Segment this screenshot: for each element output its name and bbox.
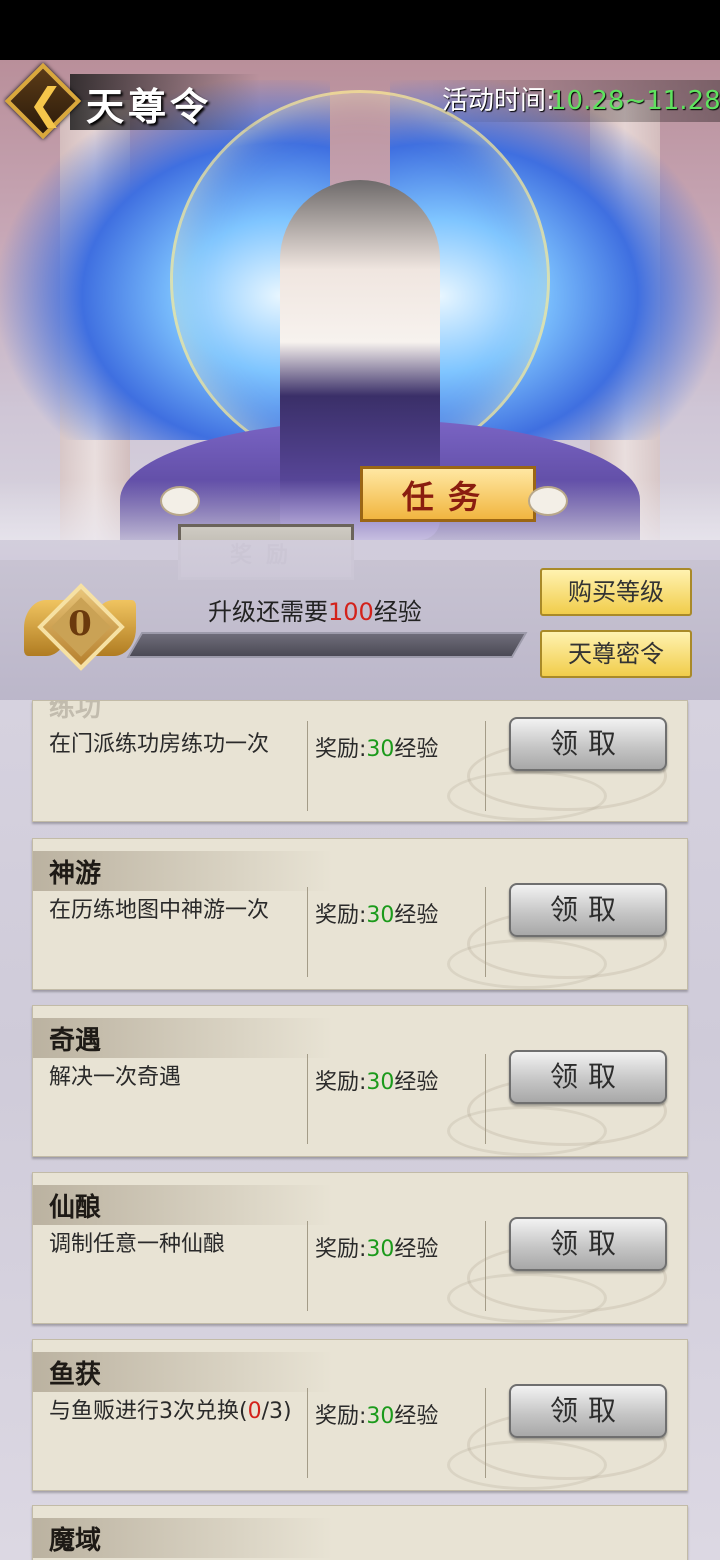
task-description: 在门派练功房练功一次 (49, 732, 270, 757)
reward-unit: 经验 (394, 737, 439, 762)
cloud-pattern (447, 771, 607, 821)
exp-needed-text: 升级还需要100经验 (208, 592, 422, 627)
task-card: 神游 在历练地图中神游一次 奖励:30经验 领取 (32, 838, 688, 990)
reward-value: 30 (366, 1404, 395, 1429)
task-description-suffix: /3) (261, 1399, 292, 1424)
cloud-pattern (447, 1440, 607, 1490)
column-divider (307, 721, 308, 811)
task-card: 魔域 (32, 1505, 688, 1560)
task-card: 仙酿 调制任意一种仙酿 奖励:30经验 领取 (32, 1172, 688, 1324)
reward-label: 奖励: (315, 903, 367, 928)
level-progress-bar (126, 632, 528, 658)
exp-needed-value: 100 (328, 598, 374, 626)
tab-tasks[interactable]: 任务 (360, 466, 536, 522)
task-description: 与鱼贩进行3次兑换(0/3) (49, 1398, 301, 1425)
column-divider (307, 1054, 308, 1144)
reward-unit: 经验 (394, 1404, 439, 1429)
task-description: 在历练地图中神游一次 (49, 898, 270, 923)
status-bar (0, 0, 720, 60)
page-title: 天尊令 (86, 84, 213, 129)
column-divider (485, 1388, 486, 1478)
claim-button[interactable]: 领取 (509, 717, 667, 771)
task-description: 调制任意一种仙酿 (49, 1232, 226, 1257)
column-divider (307, 1388, 308, 1478)
buy-level-button[interactable]: 购买等级 (540, 568, 692, 616)
column-divider (307, 1221, 308, 1311)
column-divider (485, 1221, 486, 1311)
column-divider (485, 887, 486, 977)
reward-unit: 经验 (394, 1070, 439, 1095)
task-name: 奇遇 (49, 1026, 102, 1056)
claim-button[interactable]: 领取 (509, 883, 667, 937)
task-description: 解决一次奇遇 (49, 1065, 182, 1090)
task-name: 魔域 (49, 1526, 102, 1556)
reward-value: 30 (366, 737, 395, 762)
cloud-pattern (447, 1106, 607, 1156)
exp-needed-suffix: 经验 (373, 598, 422, 626)
reward-label: 奖励: (315, 737, 367, 762)
reward-label: 奖励: (315, 1237, 367, 1262)
task-name: 练功 (49, 700, 102, 723)
task-reward: 奖励:30经验 (315, 1064, 438, 1096)
reward-label: 奖励: (315, 1070, 367, 1095)
reward-label: 奖励: (315, 1404, 367, 1429)
level-badge: 0 (24, 578, 136, 678)
claim-button[interactable]: 领取 (509, 1217, 667, 1271)
reward-value: 30 (366, 1237, 395, 1262)
activity-time-range: 10.28~11.28 (550, 86, 720, 116)
chevron-left-icon: ❮ (28, 79, 64, 128)
task-progress-count: 0 (247, 1399, 262, 1424)
cloud-ornament-right (528, 486, 568, 516)
exp-needed-prefix: 升级还需要 (208, 598, 328, 626)
reward-value: 30 (366, 903, 395, 928)
task-name: 仙酿 (49, 1193, 102, 1223)
task-name: 神游 (49, 859, 102, 889)
claim-button[interactable]: 领取 (509, 1050, 667, 1104)
task-reward: 奖励:30经验 (315, 731, 438, 763)
reward-unit: 经验 (394, 1237, 439, 1262)
claim-button[interactable]: 领取 (509, 1384, 667, 1438)
back-button[interactable]: ❮ (4, 62, 82, 140)
activity-time-label: 活动时间: (442, 86, 555, 116)
task-description-prefix: 与鱼贩进行3次兑换( (49, 1399, 248, 1424)
cloud-pattern (447, 1273, 607, 1323)
task-card: 练功 在门派练功房练功一次 奖励:30经验 领取 (32, 700, 688, 822)
task-reward: 奖励:30经验 (315, 1398, 438, 1430)
cloud-ornament-left (160, 486, 200, 516)
reward-value: 30 (366, 1070, 395, 1095)
activity-time: 活动时间: 10.28~11.28 (430, 80, 720, 122)
task-reward: 奖励:30经验 (315, 897, 438, 929)
column-divider (485, 721, 486, 811)
cloud-pattern (447, 939, 607, 989)
column-divider (485, 1054, 486, 1144)
column-divider (307, 887, 308, 977)
task-card: 奇遇 解决一次奇遇 奖励:30经验 领取 (32, 1005, 688, 1157)
secret-order-button[interactable]: 天尊密令 (540, 630, 692, 678)
task-name: 鱼获 (49, 1360, 102, 1390)
reward-unit: 经验 (394, 903, 439, 928)
task-card: 鱼获 与鱼贩进行3次兑换(0/3) 奖励:30经验 领取 (32, 1339, 688, 1491)
tab-bar: 奖励 任务 (160, 466, 568, 580)
task-reward: 奖励:30经验 (315, 1231, 438, 1263)
level-number: 0 (68, 604, 92, 644)
